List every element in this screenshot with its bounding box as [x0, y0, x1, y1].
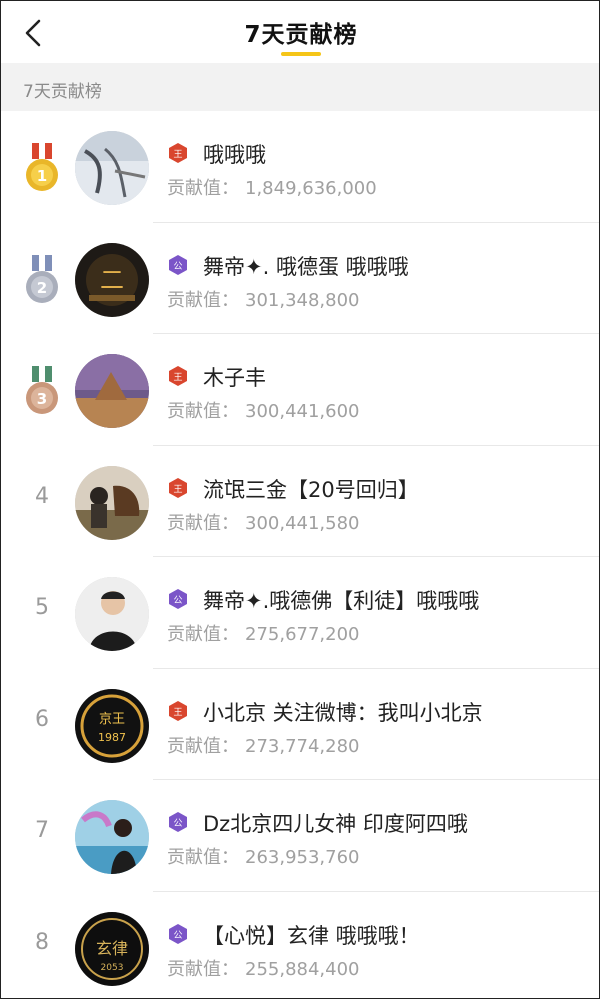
- contribution-label: 贡献值：: [167, 289, 239, 311]
- user-name: 小北京 关注微博：我叫小北京: [203, 700, 483, 725]
- svg-text:1: 1: [37, 167, 47, 185]
- user-name: Dz北京四儿女神 印度阿四哦: [203, 812, 468, 836]
- contribution: 贡献值： 300,441,580: [167, 509, 360, 535]
- user-name: 木子丰: [203, 366, 266, 390]
- avatar: [75, 465, 149, 540]
- svg-text:王: 王: [173, 149, 182, 160]
- svg-text:玄律: 玄律: [96, 939, 128, 958]
- contribution-label: 贡献值：: [167, 847, 239, 868]
- user-name: 舞帝✦. 哦德蛋 哦哦哦: [203, 254, 409, 279]
- user-name: 【心悦】玄律 哦哦哦！: [203, 923, 420, 948]
- ranking-row[interactable]: 8 玄律 2053 公 【心悦】玄律 哦哦哦！ 贡献值： 255,884,400: [1, 892, 599, 999]
- svg-text:1987: 1987: [98, 731, 126, 744]
- page-title: 7天贡献榜: [244, 22, 358, 48]
- avatar: [75, 131, 149, 205]
- title-underline: [281, 52, 321, 56]
- badge-icon: 王: [167, 700, 189, 722]
- contribution: 贡献值： 263,953,760: [167, 843, 360, 869]
- bronze-medal-icon: 3: [26, 366, 58, 414]
- contribution: 贡献值： 275,677,200: [167, 620, 360, 646]
- ranking-row[interactable]: 5 公 舞帝✦.哦德佛【利徒】哦哦哦 贡献值： 275,677,200: [1, 557, 599, 669]
- ranking-row[interactable]: 4 王 流氓三金【20号回归】 贡献值： 300,441,580: [1, 446, 599, 557]
- ranking-row[interactable]: 7 公 Dz北京四儿女神 印度阿四哦 贡献值： 263,953,760: [1, 780, 599, 892]
- contribution-label: 贡献值：: [167, 958, 239, 980]
- contribution-value: 300,441,600: [245, 401, 360, 422]
- avatar: 玄律 2053: [75, 911, 149, 986]
- section-header: 7天贡献榜: [1, 63, 599, 111]
- gold-medal-icon: 1: [26, 143, 58, 191]
- badge-icon: 王: [167, 142, 189, 164]
- badge-icon: 公: [167, 254, 189, 276]
- contribution-label: 贡献值：: [167, 624, 239, 645]
- rank-number: 6: [35, 706, 49, 732]
- contribution: 贡献值： 255,884,400: [167, 955, 360, 981]
- user-name: 哦哦哦: [203, 143, 266, 167]
- contribution-value: 255,884,400: [245, 958, 360, 980]
- rank-number: 7: [35, 818, 49, 843]
- section-label: 7天贡献榜: [23, 82, 102, 102]
- contribution-value: 263,953,760: [245, 847, 360, 868]
- svg-text:2053: 2053: [101, 963, 124, 973]
- user-name: 舞帝✦.哦德佛【利徒】哦哦哦: [203, 589, 480, 613]
- avatar: 二: [75, 242, 149, 317]
- contribution-label: 贡献值：: [167, 512, 239, 534]
- contribution: 贡献值： 1,849,636,000: [167, 174, 377, 200]
- ranking-row[interactable]: 1 王 哦哦哦 贡献值： 1,849,636,000: [1, 111, 599, 223]
- silver-medal-icon: 2: [26, 254, 58, 303]
- ranking-row[interactable]: 3 王 木子丰 贡献值： 300,441,600: [1, 334, 599, 446]
- badge-icon: 公: [167, 811, 189, 833]
- contribution-label: 贡献值：: [167, 178, 239, 199]
- screen: 7天贡献榜 7天贡献榜 1 王 哦哦哦 贡献值： 1,849,636,000 2…: [0, 0, 600, 999]
- badge-icon: 公: [167, 923, 189, 945]
- user-name: 流氓三金【20号回归】: [203, 477, 419, 502]
- ranking-list: 1 王 哦哦哦 贡献值： 1,849,636,000 2 二 公 舞帝✦. 哦德…: [1, 111, 599, 999]
- contribution: 贡献值： 273,774,280: [167, 732, 360, 758]
- badge-icon: 王: [167, 365, 189, 387]
- ranking-row[interactable]: 6 京王 1987 王 小北京 关注微博：我叫小北京 贡献值： 273,774,28…: [1, 669, 599, 780]
- svg-text:公: 公: [173, 818, 182, 829]
- contribution-value: 275,677,200: [245, 624, 360, 645]
- contribution-label: 贡献值：: [167, 735, 239, 757]
- svg-text:2: 2: [37, 279, 47, 297]
- badge-icon: 王: [167, 477, 189, 499]
- ranking-row[interactable]: 2 二 公 舞帝✦. 哦德蛋 哦哦哦 贡献值： 301,348,800: [1, 223, 599, 334]
- contribution: 贡献值： 301,348,800: [167, 286, 360, 312]
- rank-number: 8: [35, 929, 49, 955]
- rank-number: 5: [35, 595, 49, 620]
- header: 7天贡献榜: [1, 1, 599, 63]
- contribution-value: 273,774,280: [245, 735, 360, 757]
- contribution-value: 300,441,580: [245, 512, 360, 534]
- avatar: [75, 577, 149, 651]
- avatar: [75, 354, 149, 428]
- svg-text:京王: 京王: [99, 712, 125, 727]
- badge-icon: 公: [167, 588, 189, 610]
- svg-text:公: 公: [173, 261, 182, 272]
- avatar: [75, 800, 149, 874]
- svg-text:公: 公: [173, 930, 182, 941]
- contribution: 贡献值： 300,441,600: [167, 397, 360, 423]
- svg-text:二: 二: [100, 266, 124, 294]
- contribution-value: 301,348,800: [245, 289, 360, 311]
- svg-text:王: 王: [173, 707, 182, 718]
- contribution-value: 1,849,636,000: [245, 178, 377, 199]
- contribution-label: 贡献值：: [167, 401, 239, 422]
- rank-number: 4: [35, 483, 49, 509]
- svg-text:公: 公: [173, 595, 182, 606]
- svg-text:王: 王: [173, 372, 182, 383]
- avatar: 京王 1987: [75, 688, 149, 763]
- svg-text:3: 3: [37, 390, 47, 408]
- svg-text:王: 王: [173, 484, 182, 495]
